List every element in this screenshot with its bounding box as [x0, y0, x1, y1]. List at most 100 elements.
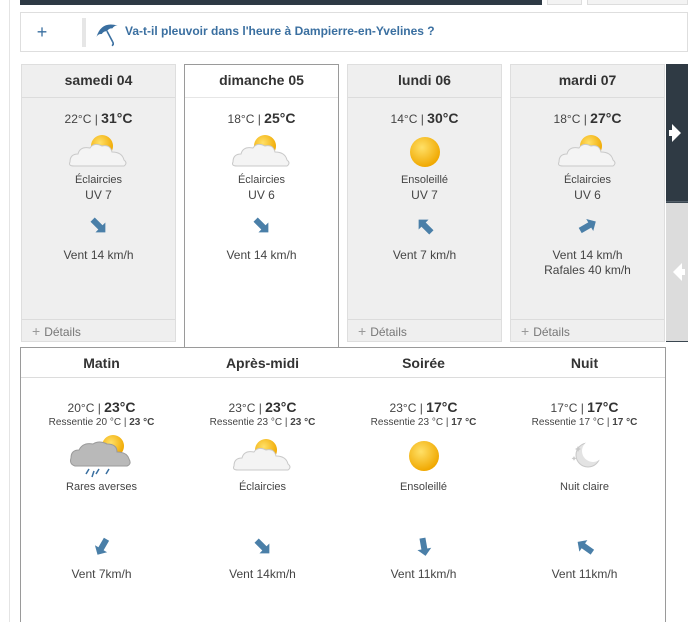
details-button[interactable]: + Détails — [348, 319, 501, 341]
day-name: mardi 07 — [511, 65, 664, 98]
day-temperatures: 22°C | 31°C — [22, 110, 175, 126]
feels-like-label: Ressentie 23 °C — [209, 417, 283, 428]
temp-separator: | — [94, 401, 105, 415]
weather-description: Éclaircies — [237, 174, 286, 186]
wind-speed: Vent 11km/h — [551, 567, 618, 581]
day-card-monday[interactable]: lundi 06 14°C | 30°C Ensoleillé UV 7 Ven… — [347, 64, 502, 342]
rain-banner[interactable]: + Va-t-il pleuvoir dans l'heure à Dampie… — [20, 12, 688, 52]
feels-like: Ressentie 23 °C | 17 °C — [343, 417, 504, 428]
wind-speed: Vent 7 km/h — [392, 248, 457, 262]
details-label: Détails — [44, 325, 81, 339]
temp-separator: | — [254, 112, 265, 126]
temp-min: 20°C — [67, 401, 95, 415]
temp-max: 17°C — [587, 399, 619, 415]
feels-like: Ressentie 17 °C | 17 °C — [504, 417, 665, 428]
feels-like: Ressentie 23 °C | 23 °C — [182, 417, 343, 428]
rain-separator — [82, 18, 86, 47]
top-tab-1[interactable] — [547, 0, 582, 5]
arrow-up-right-icon — [578, 218, 596, 234]
rain-question[interactable]: Va-t-il pleuvoir dans l'heure à Dampierr… — [125, 24, 435, 38]
period-afternoon: Après-midi 23°C | 23°C Ressentie 23 °C |… — [182, 348, 343, 622]
day-card-tuesday[interactable]: mardi 07 18°C | 27°C Éclaircies UV 6 Ven… — [510, 64, 665, 342]
day-card-sunday-selected[interactable]: dimanche 05 18°C | 25°C Éclaircies UV 6 … — [184, 64, 339, 348]
temp-max: 30°C — [427, 110, 459, 126]
period-name: Après-midi — [182, 348, 343, 378]
temp-max: 27°C — [590, 110, 622, 126]
details-label: Détails — [370, 325, 407, 339]
wind-speed-value: Vent 14 km/h — [552, 248, 623, 262]
day-detail-panel: Matin 20°C | 23°C Ressentie 20 °C | 23 °… — [20, 347, 666, 622]
period-temperatures: 20°C | 23°C — [21, 399, 182, 415]
details-label: Détails — [533, 325, 570, 339]
partly-cloudy-icon — [68, 135, 126, 167]
feels-like-value: 23 °C — [129, 417, 155, 428]
wind-speed: Vent 14 km/h — [226, 248, 297, 262]
umbrella-icon — [96, 24, 118, 47]
carousel-nav — [666, 64, 688, 342]
feels-like-separator: | — [282, 417, 291, 428]
weather-description: Nuit claire — [560, 481, 609, 493]
period-name: Matin — [21, 348, 182, 378]
top-bar — [20, 0, 542, 5]
temp-max: 23°C — [104, 399, 136, 415]
temp-max: 23°C — [265, 399, 297, 415]
feels-like-value: 23 °C — [290, 417, 316, 428]
temp-min: 17°C — [550, 401, 578, 415]
arrow-down-icon — [416, 537, 431, 556]
temp-min: 22°C — [64, 112, 92, 126]
wind-speed: Vent 11km/h — [390, 567, 457, 581]
plus-icon: + — [32, 323, 41, 339]
top-tab-2[interactable] — [587, 0, 688, 5]
feels-like-value: 17 °C — [451, 417, 477, 428]
day-temperatures: 14°C | 30°C — [348, 110, 501, 126]
sun-icon — [409, 137, 440, 167]
arrow-down-right-icon — [90, 217, 105, 233]
arrow-down-right-icon — [253, 217, 268, 233]
expand-plus-icon[interactable]: + — [21, 13, 63, 51]
weather-description: Ensoleillé — [400, 174, 449, 186]
uv-index: UV 7 — [411, 188, 438, 202]
feels-like-separator: | — [121, 417, 130, 428]
temp-min: 23°C — [228, 401, 256, 415]
temp-min: 18°C — [553, 112, 581, 126]
day-temperatures: 18°C | 27°C — [511, 110, 664, 126]
temp-separator: | — [417, 112, 428, 126]
prev-button[interactable] — [666, 203, 688, 341]
period-morning: Matin 20°C | 23°C Ressentie 20 °C | 23 °… — [21, 348, 182, 622]
details-button[interactable]: + Détails — [511, 319, 664, 341]
temp-separator: | — [580, 112, 591, 126]
weather-description: Éclaircies — [238, 481, 287, 493]
feels-like: Ressentie 20 °C | 23 °C — [21, 417, 182, 428]
day-name: samedi 04 — [22, 65, 175, 98]
feels-like-separator: | — [604, 417, 613, 428]
left-divider — [9, 0, 10, 622]
weather-description: Ensoleillé — [399, 481, 448, 493]
temp-min: 18°C — [227, 112, 255, 126]
day-card-saturday[interactable]: samedi 04 22°C | 31°C Éclaircies UV 7 Ve… — [21, 64, 176, 342]
temp-max: 17°C — [426, 399, 458, 415]
wind-gusts: Rafales 40 km/h — [544, 263, 631, 277]
feels-like-label: Ressentie 23 °C — [370, 417, 444, 428]
period-name: Nuit — [504, 348, 665, 378]
temp-max: 25°C — [264, 110, 296, 126]
details-button[interactable]: + Détails — [22, 319, 175, 341]
feels-like-value: 17 °C — [612, 417, 638, 428]
arrow-up-left-icon — [418, 219, 433, 235]
arrow-down-right-icon — [254, 538, 269, 554]
clear-night-icon — [571, 440, 604, 468]
showers-icon — [69, 435, 131, 478]
partly-cloudy-icon — [231, 135, 289, 167]
weather-description: Éclaircies — [74, 174, 123, 186]
period-temperatures: 17°C | 17°C — [504, 399, 665, 415]
period-name: Soirée — [343, 348, 504, 378]
arrow-down-left-icon — [94, 537, 109, 555]
temp-separator: | — [577, 401, 588, 415]
wind-speed: Vent 14km/h — [229, 567, 296, 581]
wind-speed: Vent 14 km/h — [63, 248, 134, 262]
day-name: lundi 06 — [348, 65, 501, 98]
wind-speed: Vent 7km/h — [71, 567, 132, 581]
feels-like-label: Ressentie 17 °C — [531, 417, 605, 428]
partly-cloudy-icon — [232, 439, 290, 471]
feels-like-label: Ressentie 20 °C — [48, 417, 122, 428]
next-button[interactable] — [666, 64, 688, 202]
